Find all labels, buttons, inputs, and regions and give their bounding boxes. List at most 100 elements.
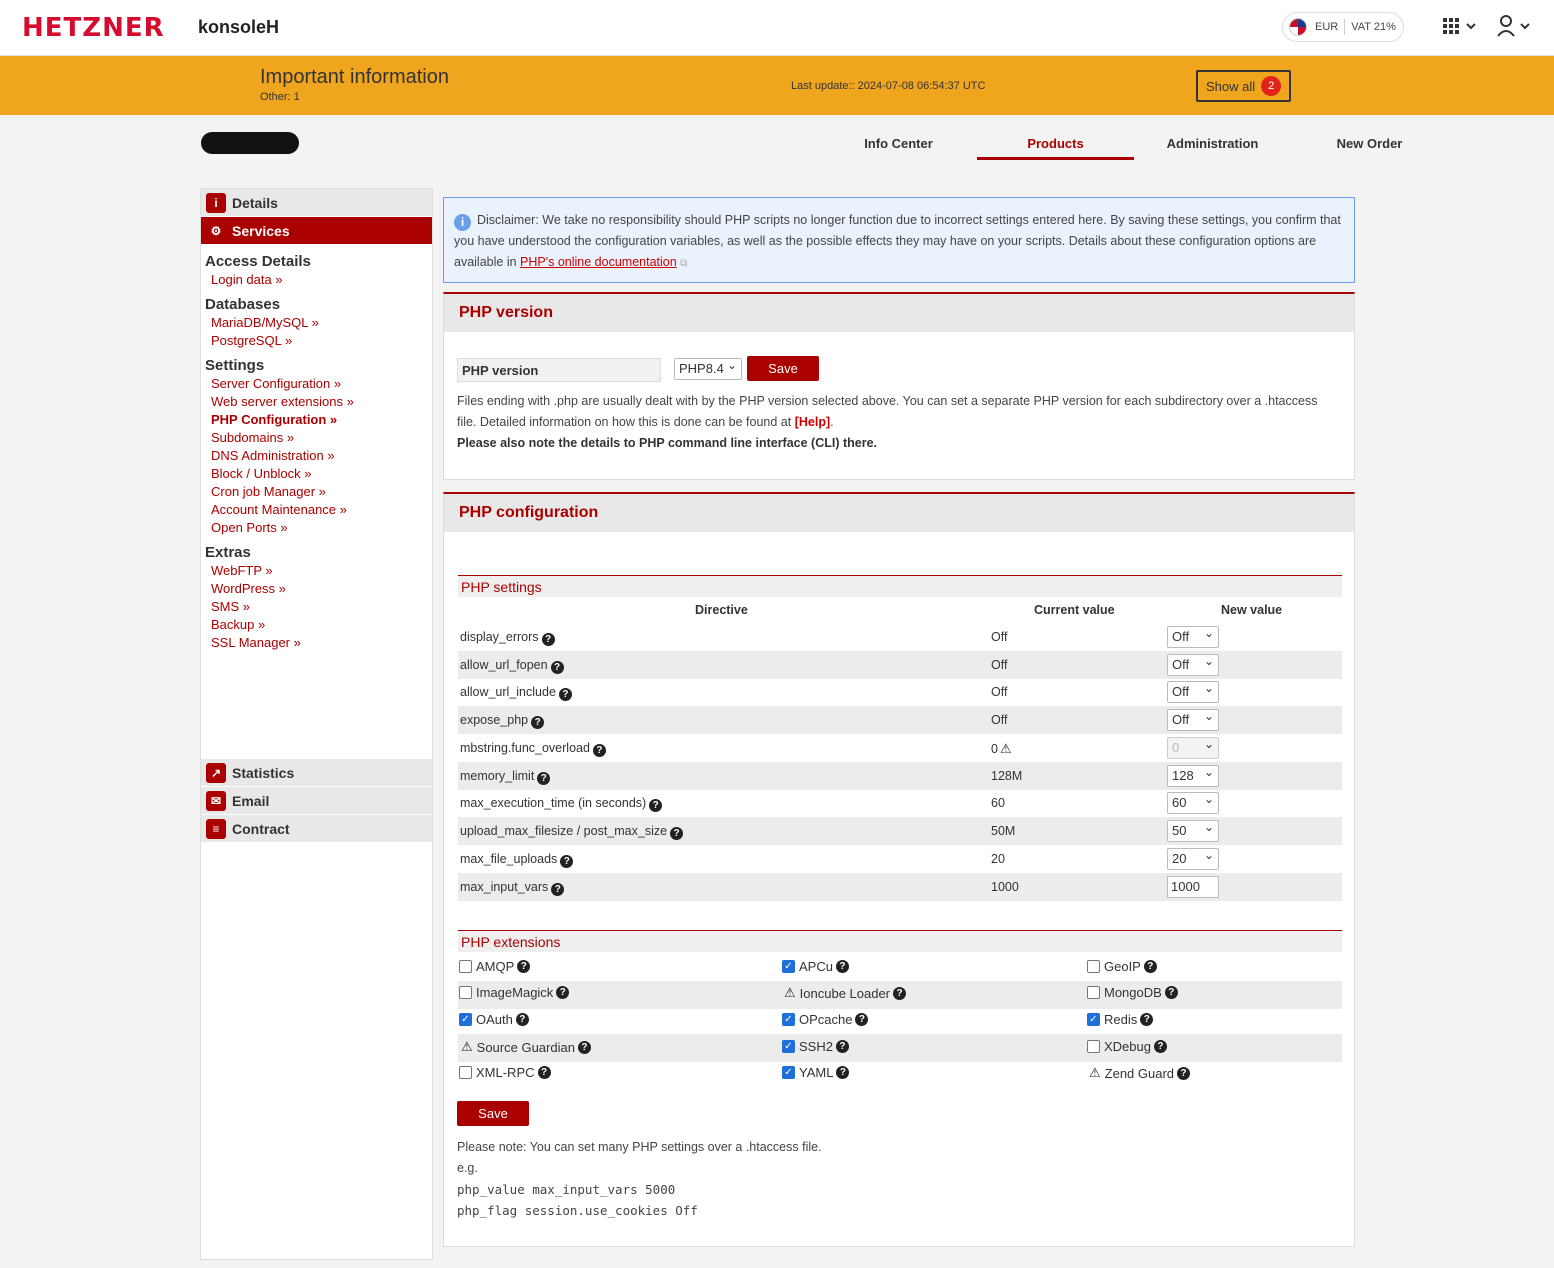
- nav-products[interactable]: Products: [977, 136, 1134, 151]
- checkbox[interactable]: [459, 986, 472, 999]
- link-backup[interactable]: Backup »: [201, 615, 432, 633]
- checkbox-checked[interactable]: ✓: [459, 1013, 472, 1026]
- new-value-select[interactable]: Off: [1167, 626, 1219, 648]
- help-icon[interactable]: ?: [670, 827, 684, 840]
- php-version-select[interactable]: PHP8.4: [674, 358, 742, 380]
- help-icon[interactable]: ?: [541, 633, 555, 646]
- link-dns-administration[interactable]: DNS Administration »: [201, 446, 432, 464]
- help-icon[interactable]: ?: [531, 716, 545, 729]
- checkbox-checked[interactable]: ✓: [1087, 1013, 1100, 1026]
- nav-administration[interactable]: Administration: [1134, 136, 1291, 151]
- link-block-unblock[interactable]: Block / Unblock »: [201, 464, 432, 482]
- link-sms[interactable]: SMS »: [201, 597, 432, 615]
- disclaimer-box: i Disclaimer: We take no responsibility s…: [443, 197, 1355, 283]
- help-icon[interactable]: ?: [835, 960, 849, 973]
- show-all-button[interactable]: Show all 2: [1196, 70, 1291, 102]
- help-icon[interactable]: ?: [537, 1066, 551, 1079]
- help-icon[interactable]: ?: [1153, 1040, 1167, 1053]
- ext-redis[interactable]: ✓ Redis?: [1087, 1012, 1154, 1027]
- ext-geoip[interactable]: GeoIP?: [1087, 959, 1157, 974]
- link-cron-job-manager[interactable]: Cron job Manager »: [201, 482, 432, 500]
- currency-selector[interactable]: EUR VAT 21%: [1282, 12, 1404, 42]
- checkbox[interactable]: [1087, 960, 1100, 973]
- link-wordpress[interactable]: WordPress »: [201, 579, 432, 597]
- help-icon[interactable]: ?: [550, 661, 564, 674]
- sidebar-details[interactable]: i Details: [201, 189, 432, 217]
- hetzner-logo[interactable]: HETZNER: [22, 13, 165, 43]
- help-link[interactable]: [Help]: [795, 415, 830, 429]
- link-mariadb[interactable]: MariaDB/MySQL »: [201, 313, 432, 331]
- sidebar-contract[interactable]: ≡ Contract: [201, 815, 432, 843]
- new-value-select[interactable]: 60: [1167, 792, 1219, 814]
- help-icon[interactable]: ?: [560, 855, 574, 868]
- link-web-server-extensions[interactable]: Web server extensions »: [201, 392, 432, 410]
- new-value-input[interactable]: 1000: [1167, 876, 1219, 898]
- help-icon[interactable]: ?: [1143, 960, 1157, 973]
- help-icon[interactable]: ?: [551, 883, 565, 896]
- link-subdomains[interactable]: Subdomains »: [201, 428, 432, 446]
- apps-grid-icon[interactable]: [1442, 16, 1478, 40]
- nav-new-order[interactable]: New Order: [1291, 136, 1448, 151]
- ext-apcu[interactable]: ✓ APCu?: [782, 959, 849, 974]
- ext-oauth[interactable]: ✓ OAuth?: [459, 1012, 529, 1027]
- ext-opcache[interactable]: ✓ OPcache?: [782, 1012, 869, 1027]
- checkbox[interactable]: [459, 1066, 472, 1079]
- checkbox[interactable]: [459, 960, 472, 973]
- help-icon[interactable]: ?: [1177, 1066, 1191, 1080]
- link-postgresql[interactable]: PostgreSQL »: [201, 331, 432, 349]
- checkbox[interactable]: [1087, 986, 1100, 999]
- help-icon[interactable]: ?: [577, 1040, 591, 1054]
- ext-xml-rpc[interactable]: XML-RPC?: [459, 1065, 551, 1080]
- ext-label: Redis: [1104, 1012, 1138, 1027]
- table-row: expose_php? Off Off: [458, 706, 1342, 734]
- help-icon[interactable]: ?: [1164, 986, 1178, 999]
- help-icon[interactable]: ?: [592, 744, 606, 757]
- link-ssl-manager[interactable]: SSL Manager »: [201, 633, 432, 651]
- user-account-icon[interactable]: [1496, 14, 1532, 40]
- ext-label: YAML: [799, 1065, 834, 1080]
- table-row: memory_limit? 128M 128: [458, 762, 1342, 790]
- new-value-select[interactable]: Off: [1167, 681, 1219, 703]
- checkbox-checked[interactable]: ✓: [782, 1013, 795, 1026]
- help-icon[interactable]: ?: [855, 1013, 869, 1026]
- checkbox-checked[interactable]: ✓: [782, 1040, 795, 1053]
- help-icon[interactable]: ?: [558, 688, 572, 701]
- sidebar-statistics[interactable]: ↗ Statistics: [201, 759, 432, 787]
- php-version-save-button[interactable]: Save: [747, 356, 819, 381]
- php-docs-link[interactable]: PHP's online documentation: [520, 255, 677, 269]
- help-icon[interactable]: ?: [835, 1040, 849, 1053]
- ext-mongodb[interactable]: MongoDB?: [1087, 985, 1178, 1000]
- new-value-select[interactable]: 50: [1167, 820, 1219, 842]
- new-value-select[interactable]: 128: [1167, 765, 1219, 787]
- link-php-configuration[interactable]: PHP Configuration »: [201, 410, 432, 428]
- sidebar-services[interactable]: ⚙ Services: [201, 217, 432, 245]
- ext-yaml[interactable]: ✓ YAML?: [782, 1065, 850, 1080]
- link-server-configuration[interactable]: Server Configuration »: [201, 374, 432, 392]
- help-icon[interactable]: ?: [1140, 1013, 1154, 1026]
- help-icon[interactable]: ?: [537, 772, 551, 785]
- checkbox-checked[interactable]: ✓: [782, 960, 795, 973]
- help-icon[interactable]: ?: [556, 986, 570, 999]
- help-icon[interactable]: ?: [517, 960, 531, 973]
- new-value-select[interactable]: 20: [1167, 848, 1219, 870]
- new-value-select[interactable]: Off: [1167, 654, 1219, 676]
- nav-info-center[interactable]: Info Center: [820, 136, 977, 151]
- link-webftp[interactable]: WebFTP »: [201, 561, 432, 579]
- php-config-save-button[interactable]: Save: [457, 1101, 529, 1126]
- ext-ssh2[interactable]: ✓ SSH2?: [782, 1039, 849, 1054]
- ext-amqp[interactable]: AMQP?: [459, 959, 531, 974]
- ext-xdebug[interactable]: XDebug?: [1087, 1039, 1167, 1054]
- link-open-ports[interactable]: Open Ports »: [201, 518, 432, 536]
- help-icon[interactable]: ?: [893, 986, 907, 1000]
- current-value: 50M: [991, 824, 1016, 838]
- sidebar-email[interactable]: ✉ Email: [201, 787, 432, 815]
- link-login-data[interactable]: Login data »: [201, 270, 432, 288]
- checkbox[interactable]: [1087, 1040, 1100, 1053]
- link-account-maintenance[interactable]: Account Maintenance »: [201, 500, 432, 518]
- ext-imagemagick[interactable]: ImageMagick?: [459, 985, 570, 1000]
- help-icon[interactable]: ?: [649, 799, 663, 812]
- new-value-select[interactable]: Off: [1167, 709, 1219, 731]
- help-icon[interactable]: ?: [836, 1066, 850, 1079]
- checkbox-checked[interactable]: ✓: [782, 1066, 795, 1079]
- help-icon[interactable]: ?: [515, 1013, 529, 1026]
